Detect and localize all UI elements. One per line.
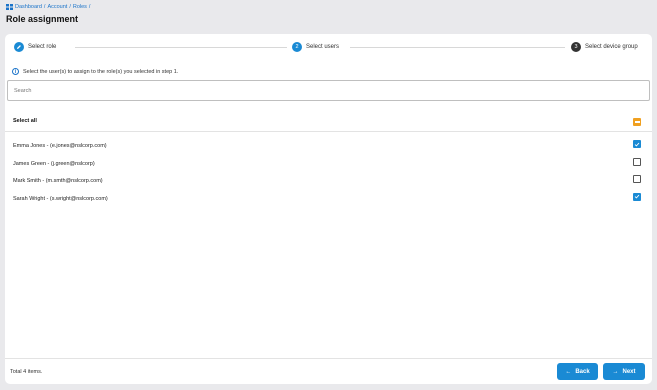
wizard-card: Select role 2 Select users 3 Select devi… bbox=[5, 34, 652, 384]
breadcrumb-dashboard[interactable]: Dashboard bbox=[15, 4, 42, 10]
user-list: Emma Jones - (e.jones@nslcorp.com) James… bbox=[5, 138, 652, 208]
list-item: James Green - (j.green@nslcorp) bbox=[5, 156, 652, 174]
breadcrumb: Dashboard / Account / Roles / bbox=[6, 4, 92, 10]
select-all-label: Select all bbox=[13, 118, 37, 124]
list-item: Mark Smith - (m.smth@nslcorp.com) bbox=[5, 173, 652, 191]
check-icon bbox=[634, 142, 640, 146]
check-icon bbox=[634, 194, 640, 199]
back-label: Back bbox=[575, 368, 590, 375]
arrow-left-icon: ← bbox=[565, 368, 572, 375]
next-button[interactable]: → Next bbox=[603, 363, 645, 380]
footer: Total 4 items. ← Back → Next bbox=[5, 358, 652, 384]
select-all-row: Select all bbox=[5, 112, 652, 132]
step-select-users[interactable]: 2 Select users bbox=[292, 42, 339, 52]
step-number: 3 bbox=[571, 42, 581, 52]
back-button[interactable]: ← Back bbox=[557, 363, 598, 380]
user-checkbox[interactable] bbox=[633, 140, 641, 148]
step-label: Select role bbox=[28, 44, 57, 50]
step-number: 2 bbox=[292, 42, 302, 52]
breadcrumb-account[interactable]: Account bbox=[47, 4, 67, 10]
user-checkbox[interactable] bbox=[633, 192, 641, 201]
info-message: i Select the user(s) to assign to the ro… bbox=[12, 68, 178, 75]
step-select-device-group[interactable]: 3 Select device group bbox=[571, 42, 638, 52]
user-label: Sarah Wright - (s.wright@nslcorp.com) bbox=[13, 195, 108, 202]
step-label: Select users bbox=[306, 44, 340, 50]
total-items: Total 4 items. bbox=[10, 369, 43, 375]
step-connector bbox=[75, 47, 287, 48]
step-label: Select device group bbox=[585, 44, 638, 50]
top-bar: Dashboard / Account / Roles / Role assig… bbox=[0, 0, 657, 30]
pencil-icon bbox=[14, 42, 24, 52]
step-connector bbox=[350, 47, 565, 48]
list-item: Emma Jones - (e.jones@nslcorp.com) bbox=[5, 138, 652, 156]
next-label: Next bbox=[622, 368, 636, 375]
list-item: Sarah Wright - (s.wright@nslcorp.com) bbox=[5, 191, 652, 209]
select-all-checkbox[interactable] bbox=[633, 118, 641, 126]
user-label: James Green - (j.green@nslcorp) bbox=[13, 160, 95, 167]
user-checkbox[interactable] bbox=[633, 157, 641, 166]
page-title: Role assignment bbox=[6, 14, 79, 24]
user-checkbox[interactable] bbox=[633, 175, 641, 183]
info-text: Select the user(s) to assign to the role… bbox=[23, 68, 179, 75]
search-input[interactable] bbox=[7, 80, 650, 101]
arrow-right-icon: → bbox=[612, 368, 619, 375]
user-label: Mark Smith - (m.smth@nslcorp.com) bbox=[13, 178, 103, 184]
dashboard-grid-icon bbox=[6, 4, 13, 10]
user-label: Emma Jones - (e.jones@nslcorp.com) bbox=[13, 143, 107, 149]
breadcrumb-roles[interactable]: Roles bbox=[73, 4, 87, 10]
step-select-role[interactable]: Select role bbox=[14, 42, 56, 52]
info-icon: i bbox=[12, 68, 19, 75]
stepper: Select role 2 Select users 3 Select devi… bbox=[5, 34, 652, 62]
